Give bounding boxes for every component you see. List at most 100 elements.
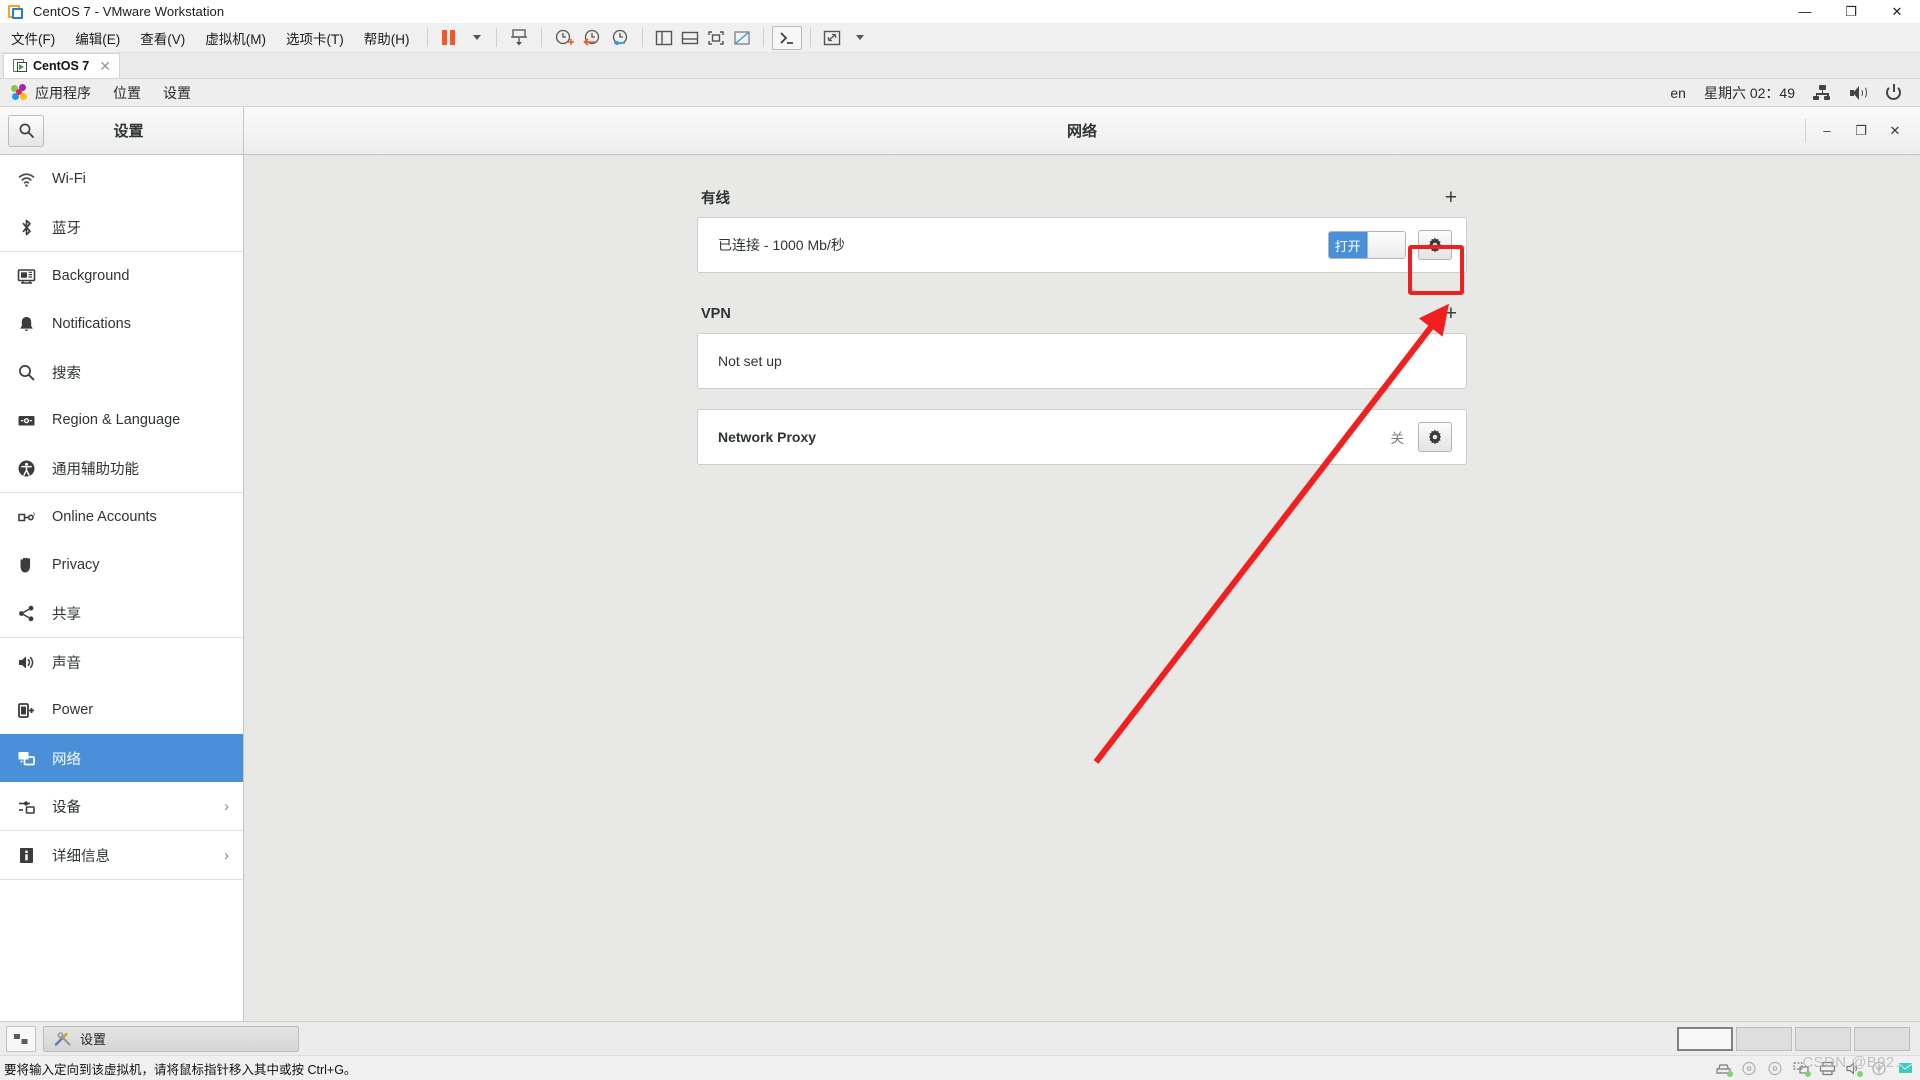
wired-toggle-switch[interactable]: 打开	[1328, 231, 1406, 259]
sidebar-item-notifications[interactable]: Notifications	[0, 300, 243, 348]
network-status-button[interactable]	[1804, 82, 1840, 104]
workspace-1[interactable]	[1677, 1026, 1733, 1051]
wired-status-label: 已连接 - 1000 Mb/秒	[718, 237, 845, 253]
sidebar-item-universal-access[interactable]: 通用辅助功能	[0, 444, 243, 492]
sidebar-item-wifi[interactable]: Wi-Fi	[0, 155, 243, 203]
vpn-section-header: VPN +	[697, 303, 1467, 333]
add-wired-connection-button[interactable]: +	[1439, 187, 1463, 208]
sidebar-item-network[interactable]: 网络	[0, 734, 243, 782]
hard-disk-icon[interactable]	[1715, 1061, 1733, 1077]
vmware-workstation-window: CentOS 7 - VMware Workstation — ❐ ✕ 文件(F…	[0, 0, 1920, 1080]
menu-tabs[interactable]: 选项卡(T)	[277, 24, 353, 52]
wired-settings-gear-button[interactable]	[1418, 230, 1452, 260]
workspace-3[interactable]	[1795, 1026, 1851, 1051]
bluetooth-icon	[16, 217, 36, 237]
vm-powered-on-icon	[13, 59, 27, 73]
taskbar-window-settings[interactable]: 设置	[43, 1025, 299, 1052]
vpn-status-label: Not set up	[718, 353, 782, 369]
fullscreen-dropdown-button[interactable]	[845, 26, 871, 50]
menu-view[interactable]: 查看(V)	[131, 24, 194, 52]
search-button[interactable]	[8, 114, 44, 147]
fit-guest-button[interactable]	[703, 26, 729, 50]
settings-close-button[interactable]: ✕	[1878, 116, 1912, 146]
power-dropdown-button[interactable]	[462, 26, 488, 50]
vmware-restore-button[interactable]: ❐	[1828, 0, 1874, 23]
pause-button[interactable]	[436, 26, 462, 50]
usb-icon[interactable]	[1871, 1061, 1888, 1076]
network-proxy-gear-button[interactable]	[1418, 422, 1452, 452]
volume-icon	[16, 652, 36, 672]
vmware-titlebar: CentOS 7 - VMware Workstation — ❐ ✕	[0, 0, 1920, 23]
revert-snapshot-button[interactable]	[578, 26, 606, 50]
menu-edit[interactable]: 编辑(E)	[66, 24, 129, 52]
network-content-column: 有线 + 已连接 - 1000 Mb/秒 打开 VPN + Not set up…	[697, 187, 1467, 465]
cd-drive-icon[interactable]	[1741, 1061, 1758, 1076]
info-icon	[16, 845, 36, 865]
settings-maximize-button[interactable]: ❐	[1844, 116, 1878, 146]
vm-tab-centos7[interactable]: CentOS 7 ✕	[3, 53, 120, 78]
sidebar-item-sharing[interactable]: 共享	[0, 589, 243, 637]
fullscreen-icon	[823, 30, 840, 45]
sidebar-item-search[interactable]: 搜索	[0, 348, 243, 396]
take-snapshot-button[interactable]	[550, 26, 578, 50]
power-status-button[interactable]	[1877, 82, 1910, 103]
sidebar-item-region-language[interactable]: Region & Language	[0, 396, 243, 444]
show-sidebar-button[interactable]	[651, 26, 677, 50]
workspace-4[interactable]	[1854, 1026, 1910, 1051]
network-adapter-icon[interactable]	[1793, 1061, 1811, 1077]
cd-drive-2-icon[interactable]	[1767, 1061, 1784, 1076]
taskbar-window-label: 设置	[80, 1032, 107, 1047]
vmware-close-button[interactable]: ✕	[1874, 0, 1920, 23]
sidebar-item-background[interactable]: Background	[0, 252, 243, 300]
workspace-2[interactable]	[1736, 1026, 1792, 1051]
sidebar-item-power[interactable]: Power	[0, 686, 243, 734]
menu-help[interactable]: 帮助(H)	[355, 24, 419, 52]
pause-icon	[442, 30, 455, 45]
vmware-minimize-button[interactable]: —	[1782, 0, 1828, 23]
search-icon	[16, 362, 36, 382]
fullscreen-button[interactable]	[819, 26, 845, 50]
stretch-guest-button[interactable]	[729, 26, 755, 50]
devices-icon	[16, 796, 36, 816]
snapshot-manager-button[interactable]	[505, 26, 533, 50]
gear-icon	[1429, 237, 1441, 253]
guest-vm-screen: 应用程序 位置 设置 en 星期六 02：49 设置 网络 – ❐ ✕ Wi-F…	[0, 79, 1920, 1055]
sidebar-item-label: Notifications	[52, 316, 131, 332]
manage-snapshots-button[interactable]	[606, 26, 634, 50]
sidebar-item-sound[interactable]: 声音	[0, 638, 243, 686]
show-console-view-button[interactable]	[677, 26, 703, 50]
sound-card-icon[interactable]	[1845, 1061, 1863, 1077]
printer-icon[interactable]	[1819, 1061, 1836, 1076]
svg-text:s: s	[32, 511, 35, 517]
gnome-places-menu[interactable]: 位置	[102, 80, 152, 106]
accessibility-icon	[16, 458, 36, 478]
keyboard-layout-indicator[interactable]: en	[1661, 82, 1695, 104]
menu-vm[interactable]: 虚拟机(M)	[196, 24, 275, 52]
vmware-window-controls: — ❐ ✕	[1782, 0, 1920, 23]
settings-headerbar: 设置 网络 – ❐ ✕	[0, 107, 1920, 155]
sidebar-item-label: 搜索	[52, 365, 81, 382]
menu-file[interactable]: 文件(F)	[2, 24, 64, 52]
sidebar-item-label: Background	[52, 268, 130, 284]
vm-tab-close-icon[interactable]: ✕	[99, 58, 111, 75]
toolbar-separator	[426, 28, 428, 47]
sidebar-item-devices[interactable]: 设备 ›	[0, 782, 243, 830]
show-desktop-button[interactable]	[6, 1025, 36, 1052]
display-icon[interactable]	[1897, 1061, 1914, 1076]
sidebar-item-online-accounts[interactable]: s Online Accounts	[0, 493, 243, 541]
settings-tools-icon	[54, 1031, 71, 1046]
sidebar-item-details[interactable]: 详细信息 ›	[0, 831, 243, 879]
sidebar-item-bluetooth[interactable]: 蓝牙	[0, 203, 243, 251]
power-icon	[1886, 84, 1901, 100]
volume-status-button[interactable]	[1840, 82, 1877, 104]
add-vpn-button[interactable]: +	[1439, 303, 1463, 324]
gnome-applications-menu[interactable]: 应用程序	[0, 80, 102, 106]
network-settings-panel: 有线 + 已连接 - 1000 Mb/秒 打开 VPN + Not set up…	[244, 155, 1920, 1021]
toolbar-separator	[762, 28, 764, 47]
terminal-button[interactable]	[771, 25, 802, 50]
settings-minimize-button[interactable]: –	[1810, 116, 1844, 146]
gnome-window-title-settings[interactable]: 设置	[152, 80, 202, 106]
clock-datetime[interactable]: 星期六 02：49	[1695, 80, 1804, 106]
sidebar-item-privacy[interactable]: Privacy	[0, 541, 243, 589]
sidebar-item-label: Privacy	[52, 557, 100, 573]
